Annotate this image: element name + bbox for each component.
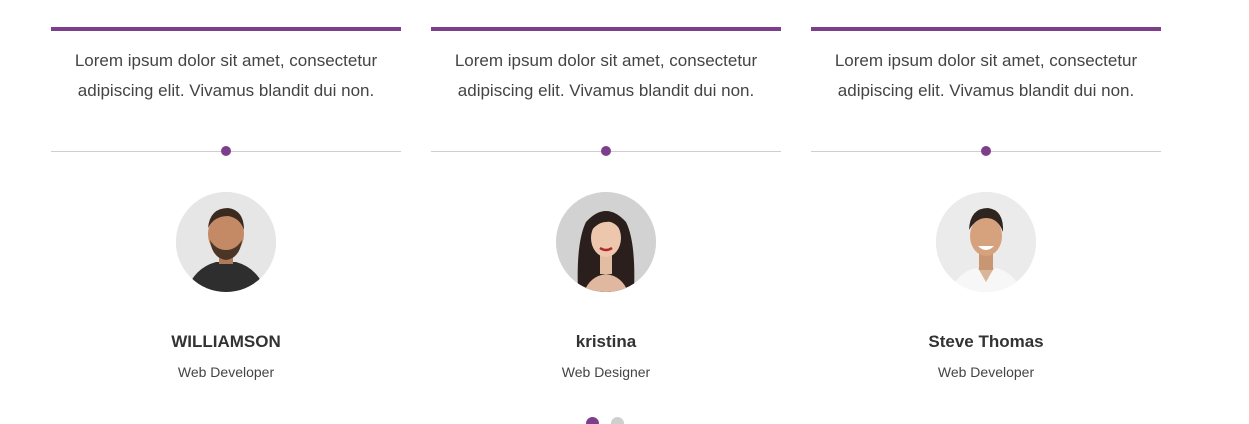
woman-dark-hair-photo [556,192,656,292]
smiling-man-photo [936,192,1036,292]
avatar [556,192,656,292]
testimonials-section: Lorem ipsum dolor sit amet, consectetur … [0,0,1249,424]
card-accent-bar [431,27,781,31]
person-role: Web Developer [937,364,1035,380]
testimonial-card: Lorem ipsum dolor sit amet, consectetur … [811,0,1161,400]
avatar [936,192,1036,292]
testimonial-quote: Lorem ipsum dolor sit amet, consectetur … [834,51,1138,100]
person-role: Web Designer [561,364,651,380]
testimonial-quote: Lorem ipsum dolor sit amet, consectetur … [454,51,758,100]
card-accent-bar [811,27,1161,31]
person-name: Steve Thomas [928,332,1044,351]
person-name: WILLIAMSON [171,332,281,351]
avatar [176,192,276,292]
pagination-dot-2[interactable] [611,417,624,424]
pagination-dot-1[interactable] [586,417,599,424]
person-name: kristina [575,332,637,351]
man-with-beard-photo [176,192,276,292]
carousel-pagination [586,417,624,424]
testimonial-card: Lorem ipsum dolor sit amet, consectetur … [51,0,401,400]
testimonial-quote: Lorem ipsum dolor sit amet, consectetur … [74,51,378,100]
person-role: Web Developer [177,364,275,380]
divider-dot [221,146,231,156]
divider-dot [601,146,611,156]
card-accent-bar [51,27,401,31]
divider-dot [981,146,991,156]
testimonial-card: Lorem ipsum dolor sit amet, consectetur … [431,0,781,400]
